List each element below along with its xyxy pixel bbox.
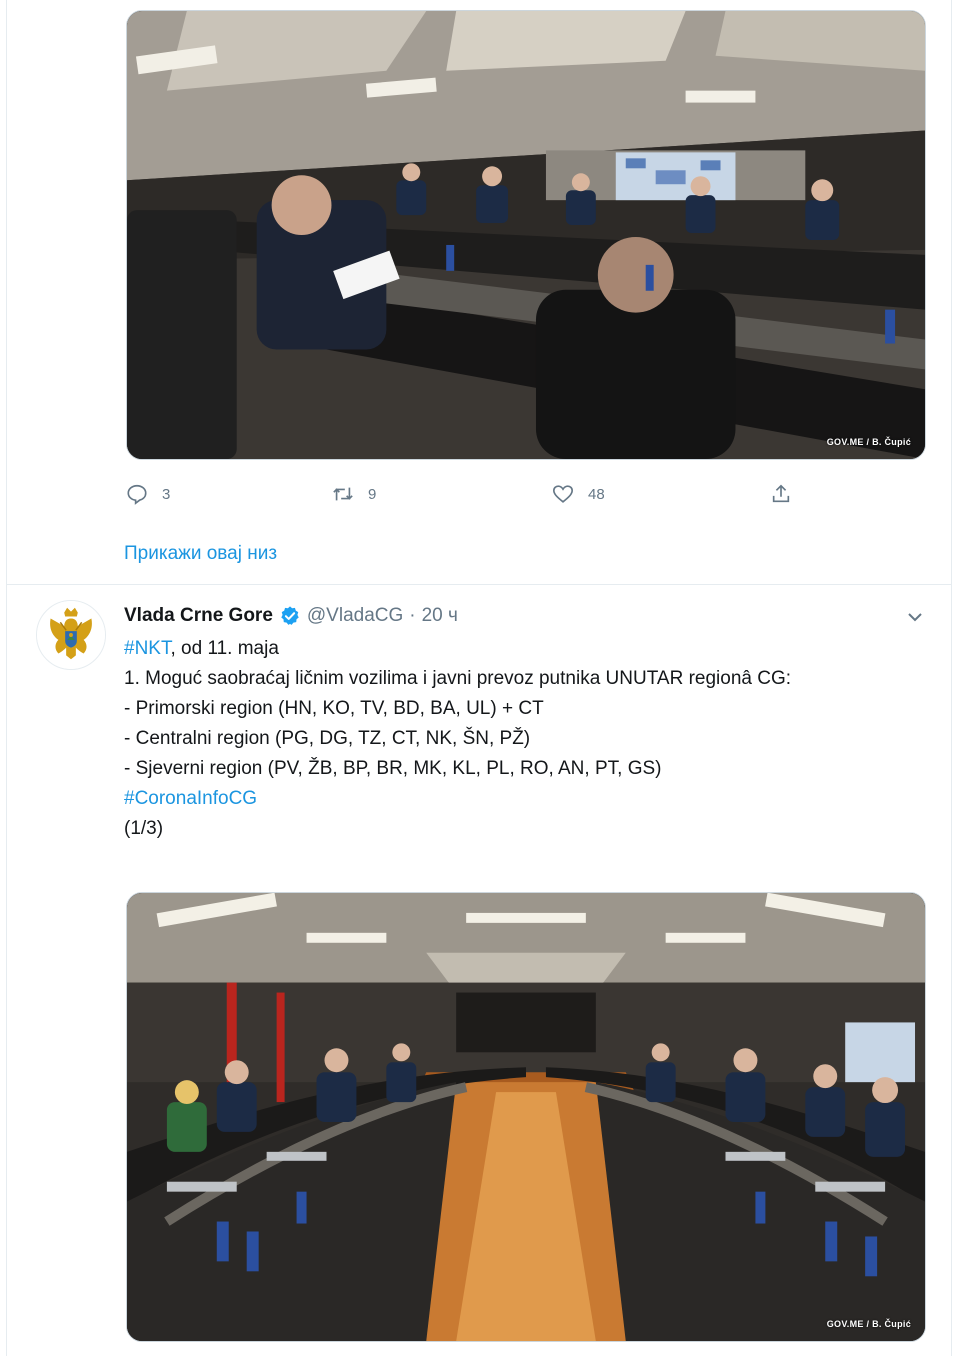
verified-badge-icon bbox=[281, 606, 299, 625]
retweet-count: 9 bbox=[368, 485, 377, 503]
tweet-line: - Centralni region (PG, DG, TZ, CT, NK, … bbox=[124, 728, 531, 749]
reply-button[interactable]: 3 bbox=[126, 478, 170, 510]
show-thread-link[interactable]: Прикажи овај низ bbox=[124, 543, 277, 565]
chevron-down-icon bbox=[908, 613, 922, 622]
retweet-button[interactable]: 9 bbox=[332, 478, 376, 510]
tweet-text: #NKT, od 11. maja 1. Moguć saobraćaj lič… bbox=[124, 634, 914, 844]
tweet-image[interactable]: GOV.ME / B. Čupić bbox=[126, 10, 926, 460]
tweet-image[interactable]: GOV.ME / B. Čupić bbox=[126, 892, 926, 1342]
tweet-line: 1. Moguć saobraćaj ličnim vozilima i jav… bbox=[124, 668, 792, 689]
heart-icon bbox=[553, 485, 573, 503]
tweet-line: #NKT, od 11. maja bbox=[124, 634, 914, 664]
author-handle[interactable]: @VladaCG bbox=[307, 605, 403, 627]
image-credit: GOV.ME / B. Čupić bbox=[826, 437, 911, 447]
reply-icon bbox=[127, 484, 147, 505]
tweet-line: - Sjeverni region (PV, ŽB, BP, BR, MK, K… bbox=[124, 758, 662, 779]
tweet-timestamp[interactable]: 20 ч bbox=[422, 605, 458, 627]
separator-dot: · bbox=[409, 605, 416, 626]
hashtag-link[interactable]: #NKT bbox=[124, 638, 170, 659]
avatar[interactable] bbox=[36, 600, 106, 670]
hashtag-link[interactable]: #CoronaInfoCG bbox=[124, 788, 257, 809]
tweet-divider bbox=[7, 584, 951, 585]
coat-of-arms-icon bbox=[37, 601, 105, 669]
share-icon bbox=[772, 484, 790, 503]
tweet-line-text: , od 11. maja bbox=[170, 638, 279, 659]
tweet-actions: 3 9 48 bbox=[126, 478, 806, 510]
author-name[interactable]: Vlada Crne Gore bbox=[124, 605, 273, 627]
retweet-icon bbox=[333, 487, 353, 501]
image-credit: GOV.ME / B. Čupić bbox=[826, 1319, 911, 1329]
tweet-line: - Primorski region (HN, KO, TV, BD, BA, … bbox=[124, 698, 544, 719]
tweet-header: Vlada Crne Gore @VladaCG · 20 ч bbox=[124, 602, 458, 630]
reply-count: 3 bbox=[162, 485, 171, 503]
meeting-hall-photo bbox=[127, 893, 925, 1341]
like-count: 48 bbox=[588, 485, 605, 503]
like-button[interactable]: 48 bbox=[552, 478, 605, 510]
tweet-line: (1/3) bbox=[124, 818, 164, 839]
share-button[interactable] bbox=[770, 478, 792, 510]
tweet-menu-button[interactable] bbox=[904, 606, 926, 628]
meeting-room-photo bbox=[127, 11, 925, 459]
tweet-line: #CoronaInfoCG bbox=[124, 784, 914, 814]
